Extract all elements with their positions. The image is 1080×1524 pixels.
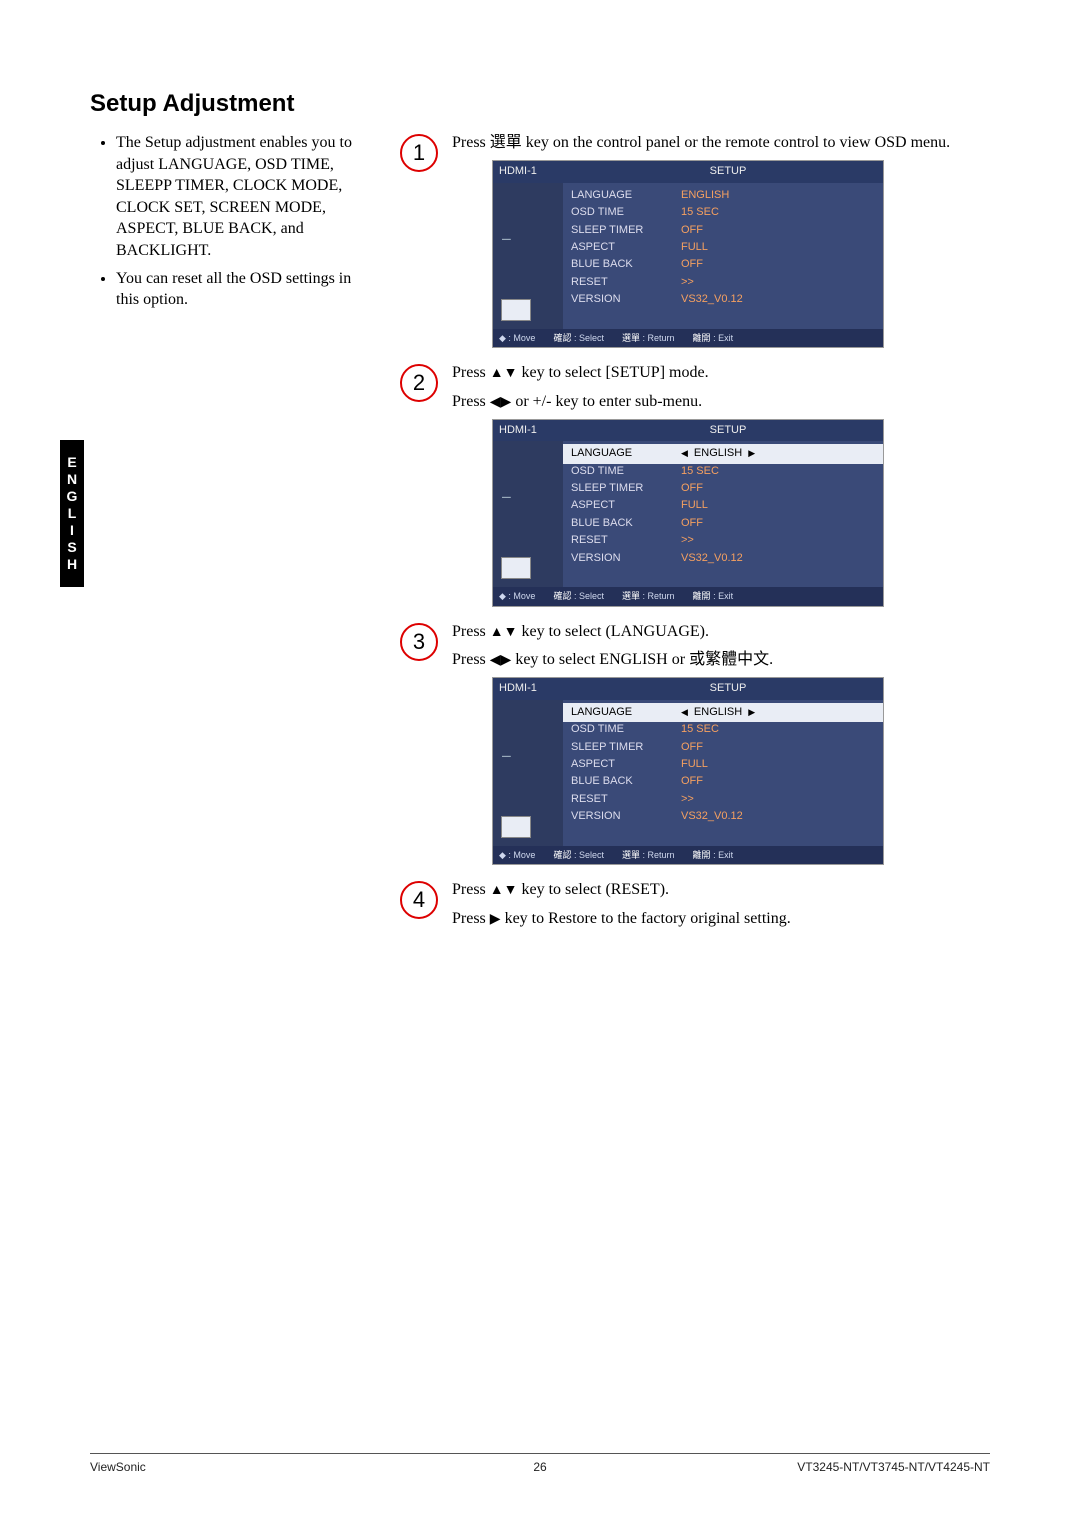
osd-nav-box xyxy=(501,816,531,838)
osd-row-value: 15 SEC xyxy=(681,464,875,479)
step-2-line1: Press ▲▼ key to select [SETUP] mode. xyxy=(452,362,990,384)
osd-source: HDMI-1 xyxy=(499,681,579,696)
osd-row-label: SLEEP TIMER xyxy=(571,740,681,755)
osd-row-label: ASPECT xyxy=(571,240,681,255)
chevron-right-icon xyxy=(748,446,755,461)
osd-row-label: LANGUAGE xyxy=(571,446,681,461)
intro-bullets: The Setup adjustment enables you to adju… xyxy=(90,132,370,311)
osd-row-label: SLEEP TIMER xyxy=(571,481,681,496)
osd-row-value: OFF xyxy=(681,740,875,755)
osd-row-value: FULL xyxy=(681,757,875,772)
step-3-line1: Press ▲▼ key to select (LANGUAGE). xyxy=(452,621,990,643)
osd-row-label: BLUE BACK xyxy=(571,516,681,531)
osd-title: SETUP xyxy=(579,681,877,696)
osd-row-value: OFF xyxy=(681,223,875,238)
osd-row-value: FULL xyxy=(681,498,875,513)
osd-row-value: ENGLISH xyxy=(681,188,875,203)
osd-nav-icon: ⚊ xyxy=(501,228,512,245)
language-tab: ENGLISH xyxy=(60,440,84,587)
page-footer: ViewSonic 26 VT3245-NT/VT3745-NT/VT4245-… xyxy=(90,1453,990,1474)
osd-row-label: OSD TIME xyxy=(571,205,681,220)
osd-row-value: OFF xyxy=(681,516,875,531)
osd-nav-icon: ⚊ xyxy=(501,486,512,503)
osd-nav-box xyxy=(501,299,531,321)
step-2-line2: Press ◀▶ or +/- key to enter sub-menu. xyxy=(452,391,990,413)
osd-row-label: BLUE BACK xyxy=(571,257,681,272)
bullet-item: The Setup adjustment enables you to adju… xyxy=(116,132,370,262)
osd-row-value: ENGLISH xyxy=(681,705,875,720)
osd-row-label: LANGUAGE xyxy=(571,188,681,203)
osd-screenshot-1: HDMI-1 SETUP ⚊ LANGUAGEENGLISH OSD TIME1… xyxy=(492,160,884,348)
osd-footer: ◆ : Move 確認 : Select 選單 : Return 離開 : Ex… xyxy=(493,587,883,606)
step-3-line2: Press ◀▶ key to select ENGLISH or 或繁體中文. xyxy=(452,649,990,671)
osd-row-value: 15 SEC xyxy=(681,205,875,220)
chevron-right-icon xyxy=(748,705,755,720)
osd-row-value: OFF xyxy=(681,257,875,272)
osd-row-label: LANGUAGE xyxy=(571,705,681,720)
osd-row-label: SLEEP TIMER xyxy=(571,223,681,238)
osd-nav-box xyxy=(501,557,531,579)
osd-source: HDMI-1 xyxy=(499,423,579,438)
osd-row-label: RESET xyxy=(571,533,681,548)
osd-nav-icon: ⚊ xyxy=(501,745,512,762)
osd-row-label: RESET xyxy=(571,275,681,290)
osd-row-value: FULL xyxy=(681,240,875,255)
osd-row-value: VS32_V0.12 xyxy=(681,551,875,566)
osd-row-label: BLUE BACK xyxy=(571,774,681,789)
osd-row-value: ENGLISH xyxy=(681,446,875,461)
step-number-2: 2 xyxy=(400,364,438,402)
osd-row-label: OSD TIME xyxy=(571,464,681,479)
osd-title: SETUP xyxy=(579,423,877,438)
osd-screenshot-2: HDMI-1 SETUP ⚊ LANGUAGEENGLISH OSD TIME1… xyxy=(492,419,884,607)
osd-row-label: ASPECT xyxy=(571,498,681,513)
osd-row-value: OFF xyxy=(681,774,875,789)
osd-row-value: 15 SEC xyxy=(681,722,875,737)
footer-brand: ViewSonic xyxy=(90,1460,390,1474)
osd-row-value: OFF xyxy=(681,481,875,496)
footer-page-number: 26 xyxy=(390,1460,690,1474)
step-4-line1: Press ▲▼ key to select (RESET). xyxy=(452,879,990,901)
step-number-3: 3 xyxy=(400,623,438,661)
bullet-item: You can reset all the OSD settings in th… xyxy=(116,268,370,311)
osd-footer: ◆ : Move 確認 : Select 選單 : Return 離開 : Ex… xyxy=(493,329,883,348)
step-4-line2: Press ▶ key to Restore to the factory or… xyxy=(452,908,990,930)
osd-row-value: VS32_V0.12 xyxy=(681,809,875,824)
osd-row-label: VERSION xyxy=(571,809,681,824)
osd-row-value: >> xyxy=(681,792,875,807)
chevron-left-icon xyxy=(681,446,688,461)
osd-row-label: ASPECT xyxy=(571,757,681,772)
osd-row-value: >> xyxy=(681,533,875,548)
osd-row-label: VERSION xyxy=(571,551,681,566)
section-title: Setup Adjustment xyxy=(90,90,990,118)
osd-screenshot-3: HDMI-1 SETUP ⚊ LANGUAGEENGLISH OSD TIME1… xyxy=(492,677,884,865)
osd-row-label: OSD TIME xyxy=(571,722,681,737)
footer-model: VT3245-NT/VT3745-NT/VT4245-NT xyxy=(690,1460,990,1474)
osd-source: HDMI-1 xyxy=(499,164,579,179)
osd-row-label: VERSION xyxy=(571,292,681,307)
osd-row-label: RESET xyxy=(571,792,681,807)
osd-row-value: VS32_V0.12 xyxy=(681,292,875,307)
osd-row-value: >> xyxy=(681,275,875,290)
step-1-text: Press 選單 key on the control panel or the… xyxy=(452,132,990,154)
step-number-1: 1 xyxy=(400,134,438,172)
step-number-4: 4 xyxy=(400,881,438,919)
chevron-left-icon xyxy=(681,705,688,720)
osd-title: SETUP xyxy=(579,164,877,179)
osd-footer: ◆ : Move 確認 : Select 選單 : Return 離開 : Ex… xyxy=(493,846,883,865)
